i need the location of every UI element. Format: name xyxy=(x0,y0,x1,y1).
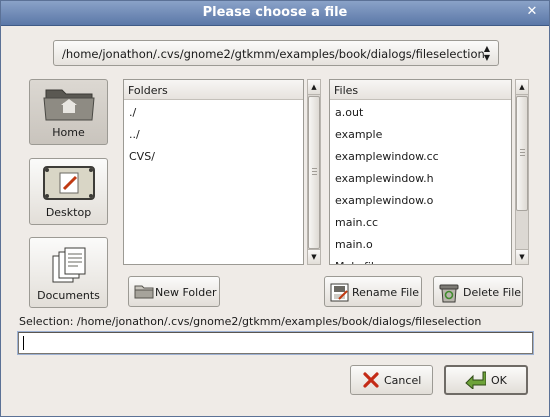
scrollbar-thumb[interactable] xyxy=(308,96,320,249)
folder-row[interactable]: CVS/ xyxy=(124,146,303,168)
documents-icon xyxy=(49,246,89,289)
delete-file-button[interactable]: Delete File xyxy=(433,276,523,307)
place-home-button[interactable]: Home xyxy=(29,79,108,145)
scroll-up-icon[interactable]: ▲ xyxy=(308,80,320,95)
desktop-icon xyxy=(42,165,96,206)
scroll-up-icon[interactable]: ▲ xyxy=(516,80,528,95)
new-folder-button[interactable]: New Folder xyxy=(128,276,220,307)
titlebar: Please choose a file ✕ xyxy=(1,1,549,26)
rename-file-button[interactable]: Rename File xyxy=(324,276,422,307)
place-documents-button[interactable]: Documents xyxy=(29,237,108,308)
scroll-down-icon[interactable]: ▼ xyxy=(308,249,320,264)
place-desktop-label: Desktop xyxy=(45,206,92,219)
place-home-label: Home xyxy=(52,126,85,139)
file-chooser-dialog: Please choose a file ✕ /home/jonathon/.c… xyxy=(0,0,550,417)
text-caret xyxy=(23,336,24,350)
trash-icon xyxy=(439,283,459,306)
files-list[interactable]: Files a.out example examplewindow.cc exa… xyxy=(329,79,512,265)
selection-label: Selection: /home/jonathon/.cvs/gnome2/gt… xyxy=(19,315,482,328)
rename-icon xyxy=(330,283,350,305)
file-row[interactable]: a.out xyxy=(330,102,511,124)
file-row[interactable]: example xyxy=(330,124,511,146)
scrollbar-thumb[interactable] xyxy=(516,96,528,211)
file-row[interactable]: Makefile xyxy=(330,256,511,264)
scroll-down-icon[interactable]: ▼ xyxy=(516,249,528,264)
folders-scrollbar[interactable]: ▲ ▼ xyxy=(307,79,321,265)
ok-arrow-icon xyxy=(464,371,487,392)
delete-file-label: Delete File xyxy=(463,286,522,299)
cancel-x-icon xyxy=(363,372,379,391)
file-row[interactable]: main.cc xyxy=(330,212,511,234)
files-header[interactable]: Files xyxy=(330,80,511,100)
place-desktop-button[interactable]: Desktop xyxy=(29,158,108,225)
path-combo-value: /home/jonathon/.cvs/gnome2/gtkmm/example… xyxy=(62,47,485,61)
folder-icon xyxy=(134,283,154,303)
selection-field-frame xyxy=(17,331,534,355)
folders-header[interactable]: Folders xyxy=(124,80,303,100)
file-row[interactable]: main.o xyxy=(330,234,511,256)
cancel-label: Cancel xyxy=(384,374,422,387)
file-row[interactable]: examplewindow.h xyxy=(330,168,511,190)
file-row[interactable]: examplewindow.cc xyxy=(330,146,511,168)
cancel-button[interactable]: Cancel xyxy=(350,365,433,395)
files-scrollbar[interactable]: ▲ ▼ xyxy=(515,79,529,265)
folders-list[interactable]: Folders ./ ../ CVS/ xyxy=(123,79,304,265)
ok-button[interactable]: OK xyxy=(444,365,528,395)
path-combo[interactable]: /home/jonathon/.cvs/gnome2/gtkmm/example… xyxy=(53,40,499,66)
folder-row[interactable]: ./ xyxy=(124,102,303,124)
rename-file-label: Rename File xyxy=(352,286,420,299)
combo-arrows-icon: ▲ ▼ xyxy=(483,44,491,62)
selection-input[interactable] xyxy=(19,333,532,353)
home-folder-icon xyxy=(42,84,96,127)
close-icon[interactable]: ✕ xyxy=(525,5,539,19)
new-folder-label: New Folder xyxy=(155,286,217,299)
folder-row[interactable]: ../ xyxy=(124,124,303,146)
ok-label: OK xyxy=(491,374,507,387)
place-documents-label: Documents xyxy=(37,289,100,302)
file-row[interactable]: examplewindow.o xyxy=(330,190,511,212)
window-title: Please choose a file xyxy=(202,5,348,20)
